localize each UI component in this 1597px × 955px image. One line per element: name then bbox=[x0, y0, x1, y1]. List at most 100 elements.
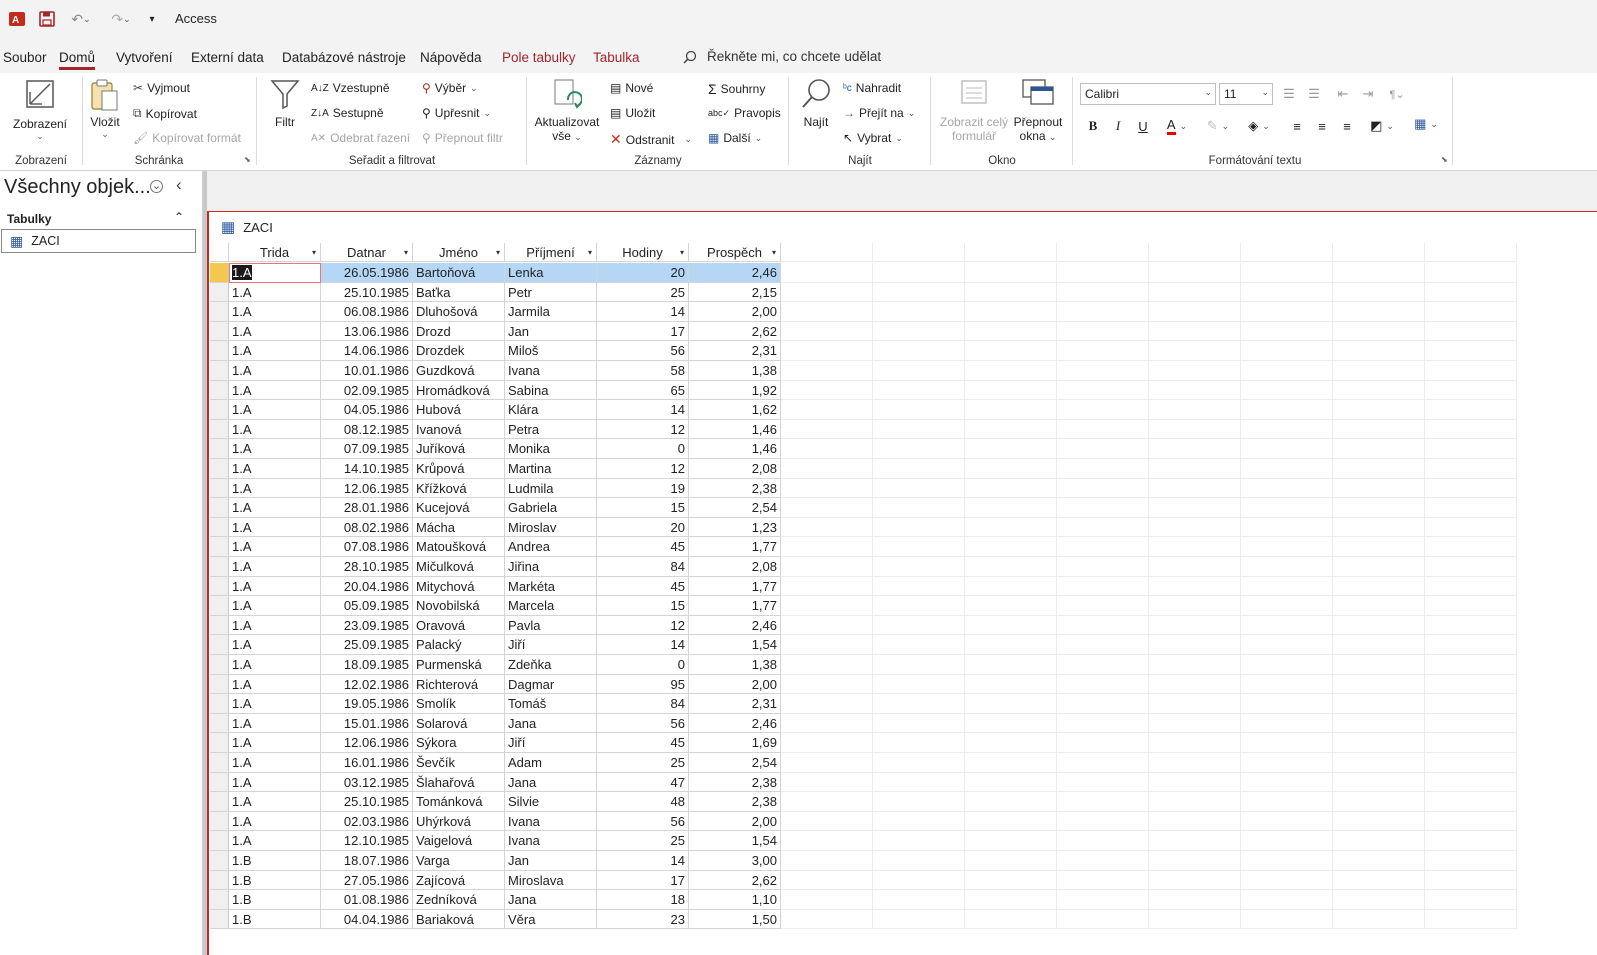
cell-trida[interactable]: 1.A bbox=[229, 811, 321, 832]
record-selector[interactable] bbox=[210, 596, 229, 616]
cell-jmeno[interactable]: Richterová bbox=[413, 674, 505, 695]
cell-prospech[interactable]: 2,46 bbox=[689, 713, 781, 734]
cell-prijmeni[interactable]: Miloš bbox=[505, 341, 597, 361]
cell-jmeno[interactable]: Zedníková bbox=[413, 890, 505, 910]
cell-trida[interactable]: 1.A bbox=[229, 341, 321, 361]
record-selector[interactable] bbox=[210, 517, 229, 538]
cell-prijmeni[interactable]: Ivana bbox=[505, 361, 597, 381]
cell-hodiny[interactable]: 84 bbox=[597, 694, 689, 714]
cell-hodiny[interactable]: 45 bbox=[597, 537, 689, 557]
cell-trida[interactable]: 1.A bbox=[229, 557, 321, 577]
cell-hodiny[interactable]: 14 bbox=[597, 851, 689, 871]
cell-hodiny[interactable]: 95 bbox=[597, 674, 689, 695]
cell-trida[interactable]: 1.A bbox=[229, 576, 321, 597]
cell-prijmeni[interactable]: Petr bbox=[505, 282, 597, 303]
table-row[interactable]: 1.A 02.09.1985 Hromádková Sabina 65 1,92 bbox=[210, 380, 1520, 401]
cell-prospech[interactable]: 2,46 bbox=[689, 615, 781, 636]
save-icon[interactable] bbox=[36, 9, 58, 29]
cell-prijmeni[interactable]: Jana bbox=[505, 890, 597, 910]
cell-datnar[interactable]: 04.04.1986 bbox=[321, 909, 413, 930]
cell-datnar[interactable]: 18.07.1986 bbox=[321, 851, 413, 871]
cell-prijmeni[interactable]: Jana bbox=[505, 713, 597, 734]
switch-windows-button[interactable]: Přepnout okna ⌄ bbox=[1010, 78, 1066, 143]
cell-prospech[interactable]: 2,38 bbox=[689, 478, 781, 499]
tab-domu[interactable]: Domů bbox=[59, 50, 96, 70]
select-all-corner[interactable] bbox=[210, 243, 229, 262]
cell-prijmeni[interactable]: Marcela bbox=[505, 596, 597, 616]
toggle-filter-button[interactable]: ⚲ Přepnout filtr bbox=[422, 131, 503, 145]
tab-napoveda[interactable]: Nápověda bbox=[420, 50, 482, 65]
column-filter-dropdown-icon[interactable]: ▾ bbox=[404, 243, 408, 262]
record-selector[interactable] bbox=[210, 459, 229, 479]
cell-hodiny[interactable]: 0 bbox=[597, 439, 689, 459]
cell-datnar[interactable]: 12.10.1985 bbox=[321, 831, 413, 851]
cell-prijmeni[interactable]: Dagmar bbox=[505, 674, 597, 695]
cell-prospech[interactable]: 2,62 bbox=[689, 321, 781, 342]
cell-datnar[interactable]: 03.12.1985 bbox=[321, 772, 413, 793]
cell-trida[interactable]: 1.B bbox=[229, 870, 321, 891]
cell-datnar[interactable]: 07.09.1985 bbox=[321, 439, 413, 459]
cell-trida[interactable]: 1.A bbox=[229, 831, 321, 851]
record-selector[interactable] bbox=[210, 263, 229, 283]
cell-jmeno[interactable]: Zajícová bbox=[413, 870, 505, 891]
cell-jmeno[interactable]: Krůpová bbox=[413, 459, 505, 479]
cell-hodiny[interactable]: 12 bbox=[597, 615, 689, 636]
cell-jmeno[interactable]: Mičulková bbox=[413, 557, 505, 577]
record-selector[interactable] bbox=[210, 478, 229, 499]
cell-jmeno[interactable]: Kucejová bbox=[413, 498, 505, 518]
cell-datnar[interactable]: 12.02.1986 bbox=[321, 674, 413, 695]
table-row[interactable]: 1.A 07.09.1985 Juříková Monika 0 1,46 bbox=[210, 439, 1520, 459]
bold-icon[interactable]: B bbox=[1082, 115, 1104, 137]
cell-datnar[interactable]: 25.09.1985 bbox=[321, 635, 413, 655]
cell-prijmeni[interactable]: Jan bbox=[505, 851, 597, 871]
table-row[interactable]: 1.A 14.06.1986 Drozdek Miloš 56 2,31 bbox=[210, 341, 1520, 361]
column-header-prijmeni[interactable]: Příjmení ▾ bbox=[505, 243, 597, 262]
more-button[interactable]: ▦ Další ⌄ bbox=[708, 131, 762, 145]
cell-prospech[interactable]: 2,38 bbox=[689, 772, 781, 793]
cell-trida[interactable]: 1.A bbox=[229, 478, 321, 499]
cell-prospech[interactable]: 1,77 bbox=[689, 596, 781, 616]
format-painter-button[interactable]: 🖌 Kopírovat formát bbox=[133, 131, 241, 145]
record-selector[interactable] bbox=[210, 419, 229, 440]
column-header-datnar[interactable]: Datnar ▾ bbox=[321, 243, 413, 262]
record-selector[interactable] bbox=[210, 713, 229, 734]
cell-prospech[interactable]: 1,46 bbox=[689, 419, 781, 440]
nav-item-zaci[interactable]: ▦ ZACI bbox=[1, 229, 196, 253]
cell-trida[interactable]: 1.A bbox=[229, 282, 321, 303]
cell-prijmeni[interactable]: Tomáš bbox=[505, 694, 597, 714]
cell-prospech[interactable]: 2,08 bbox=[689, 557, 781, 577]
table-row[interactable]: 1.A 25.09.1985 Palacký Jiří 14 1,54 bbox=[210, 635, 1520, 655]
cell-jmeno[interactable]: Hubová bbox=[413, 400, 505, 420]
nav-menu-icon[interactable]: ⌄ bbox=[150, 180, 163, 193]
cell-prijmeni[interactable]: Sabina bbox=[505, 380, 597, 401]
tell-me-search[interactable]: Řekněte mi, co chcete udělat bbox=[683, 49, 881, 64]
cell-prospech[interactable]: 1,23 bbox=[689, 517, 781, 538]
cell-trida[interactable]: 1.A bbox=[229, 733, 321, 753]
cell-jmeno[interactable]: Baťka bbox=[413, 282, 505, 303]
cell-hodiny[interactable]: 12 bbox=[597, 459, 689, 479]
cell-prijmeni[interactable]: Ludmila bbox=[505, 478, 597, 499]
column-header-prospech[interactable]: Prospěch ▾ bbox=[689, 243, 781, 262]
record-selector[interactable] bbox=[210, 282, 229, 303]
nav-section-tables[interactable]: Tabulky ⌃ bbox=[0, 208, 200, 230]
record-selector[interactable] bbox=[210, 537, 229, 557]
column-header-jmeno[interactable]: Jméno ▾ bbox=[413, 243, 505, 262]
cell-datnar[interactable]: 28.01.1986 bbox=[321, 498, 413, 518]
cell-prospech[interactable]: 2,00 bbox=[689, 811, 781, 832]
cell-trida[interactable]: 1.A bbox=[229, 498, 321, 518]
record-selector[interactable] bbox=[210, 831, 229, 851]
record-selector[interactable] bbox=[210, 694, 229, 714]
cell-hodiny[interactable]: 20 bbox=[597, 517, 689, 538]
cell-hodiny[interactable]: 48 bbox=[597, 792, 689, 812]
record-selector[interactable] bbox=[210, 576, 229, 597]
cell-prospech[interactable]: 2,15 bbox=[689, 282, 781, 303]
record-selector[interactable] bbox=[210, 380, 229, 401]
remove-sort-button[interactable]: A✕ Odebrat řazení bbox=[311, 131, 410, 145]
cell-prospech[interactable]: 2,31 bbox=[689, 694, 781, 714]
alternate-row-color-icon[interactable]: ◩ ⌄ bbox=[1366, 115, 1398, 137]
table-row[interactable]: 1.B 18.07.1986 Varga Jan 14 3,00 bbox=[210, 851, 1520, 871]
cell-hodiny[interactable]: 25 bbox=[597, 831, 689, 851]
table-row[interactable]: 1.A 03.12.1985 Šlahařová Jana 47 2,38 bbox=[210, 772, 1520, 793]
cell-prijmeni[interactable]: Lenka bbox=[505, 263, 597, 283]
cell-hodiny[interactable]: 15 bbox=[597, 498, 689, 518]
